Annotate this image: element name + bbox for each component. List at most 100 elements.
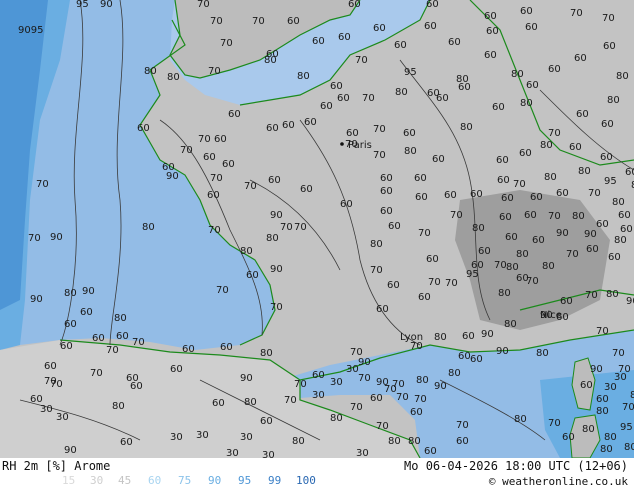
contour-label: 60: [137, 123, 150, 134]
contour-label: 60: [312, 370, 325, 381]
contour-label: 60: [484, 50, 497, 61]
contour-label: 60: [625, 167, 634, 178]
contour-label: 30: [40, 404, 53, 415]
contour-label: 60: [207, 190, 220, 201]
contour-label: 95: [466, 269, 479, 280]
contour-label: 30: [196, 430, 209, 441]
contour-label: 30: [170, 432, 183, 443]
contour-label: 70: [294, 379, 307, 390]
contour-label: 60: [60, 341, 73, 352]
legend-value-30: 30: [90, 474, 104, 487]
contour-label: 60: [603, 41, 616, 52]
contour-label: 30: [604, 382, 617, 393]
contour-label: 30: [330, 377, 343, 388]
product-title: RH 2m [%] Arome: [2, 459, 111, 473]
contour-label: 80: [536, 348, 549, 359]
contour-label: 80: [630, 390, 634, 401]
contour-label: 80: [434, 332, 447, 343]
contour-label: 60: [424, 21, 437, 32]
contour-label: 60: [44, 361, 57, 372]
contour-label: 60: [436, 93, 449, 104]
contour-label: 60: [562, 432, 575, 443]
contour-label: 60: [394, 40, 407, 51]
contour-label: 60: [304, 117, 317, 128]
contour-label: 60: [548, 64, 561, 75]
contour-label: 60: [600, 152, 613, 163]
contour-label: 60: [556, 312, 569, 323]
contour-label: 80: [612, 197, 625, 208]
contour-label: 60: [203, 152, 216, 163]
contour-label: 80: [578, 166, 591, 177]
contour-label: 80: [600, 444, 613, 455]
contour-label: 70: [526, 276, 539, 287]
contour-label: 90: [556, 228, 569, 239]
contour-label: 60: [496, 155, 509, 166]
contour-label: 30: [346, 364, 359, 375]
contour-label: 60: [212, 398, 225, 409]
contour-label: 90: [64, 445, 77, 456]
legend-value-60: 60: [148, 474, 162, 487]
contour-label: 70: [373, 124, 386, 135]
contour-label: 60: [346, 128, 359, 139]
contour-label: 80: [472, 223, 485, 234]
contour-label: 70: [355, 55, 368, 66]
contour-label: 60: [492, 102, 505, 113]
contour-label: 80: [520, 98, 533, 109]
contour-label: 30: [356, 448, 369, 458]
contour-label: 70: [612, 348, 625, 359]
contour-label: 60: [348, 0, 361, 10]
contour-label: 70: [28, 233, 41, 244]
contour-label: 60: [608, 252, 621, 263]
contour-label: 70: [362, 93, 375, 104]
contour-label: 70: [370, 265, 383, 276]
contour-label: 80: [388, 436, 401, 447]
contour-label: 95: [604, 176, 617, 187]
contour-label: 60: [312, 36, 325, 47]
contour-label: 80: [540, 140, 553, 151]
map-footer: RH 2m [%] Arome Mo 06-04-2026 18:00 UTC …: [0, 458, 634, 490]
contour-label: 60: [478, 246, 491, 257]
contour-label: 60: [300, 184, 313, 195]
contour-label: 80: [542, 261, 555, 272]
map-canvas: Paris Lyon Nice 95 9090957070 70 6060606060…: [0, 0, 634, 458]
contour-label: 70: [208, 66, 221, 77]
contour-label: 70: [622, 402, 634, 413]
contour-label: 60: [505, 232, 518, 243]
contour-label: 90: [540, 310, 553, 321]
contour-label: 60: [120, 437, 133, 448]
contour-label: 70: [244, 181, 257, 192]
contour-label: 60: [222, 159, 235, 170]
contour-label: 60: [530, 192, 543, 203]
contour-label: 60: [470, 189, 483, 200]
copyright-link[interactable]: © weatheronline.co.uk: [489, 475, 628, 488]
contour-label: 70: [210, 16, 223, 27]
contour-label: 70: [494, 260, 507, 271]
contour-label: 95: [76, 0, 89, 10]
contour-label: 70: [294, 222, 307, 233]
contour-label: 70: [384, 384, 397, 395]
contour-label: 90: [100, 0, 113, 10]
contour-label: 70: [197, 0, 210, 10]
contour-label: 90: [590, 364, 603, 375]
contour-label: 60: [410, 407, 423, 418]
contour-label: 70: [513, 179, 526, 190]
contour-label: 80: [544, 172, 557, 183]
contour-label: 60: [338, 32, 351, 43]
contour-label: 70: [36, 179, 49, 190]
contour-label: 70: [596, 326, 609, 337]
legend-value-45: 45: [118, 474, 132, 487]
contour-label: 80: [596, 406, 609, 417]
contour-label: 80: [514, 414, 527, 425]
contour-label: 60: [170, 364, 183, 375]
contour-label: 70: [548, 211, 561, 222]
contour-label: 60: [415, 192, 428, 203]
legend-value-75: 75: [178, 474, 192, 487]
contour-label: 80: [498, 288, 511, 299]
contour-label: 80: [395, 87, 408, 98]
contour-label: 80: [167, 72, 180, 83]
contour-label: 60: [569, 142, 582, 153]
contour-label: 60: [380, 186, 393, 197]
contour-label: 80: [260, 348, 273, 359]
contour-label: 70: [358, 373, 371, 384]
contour-label: 60: [486, 26, 499, 37]
